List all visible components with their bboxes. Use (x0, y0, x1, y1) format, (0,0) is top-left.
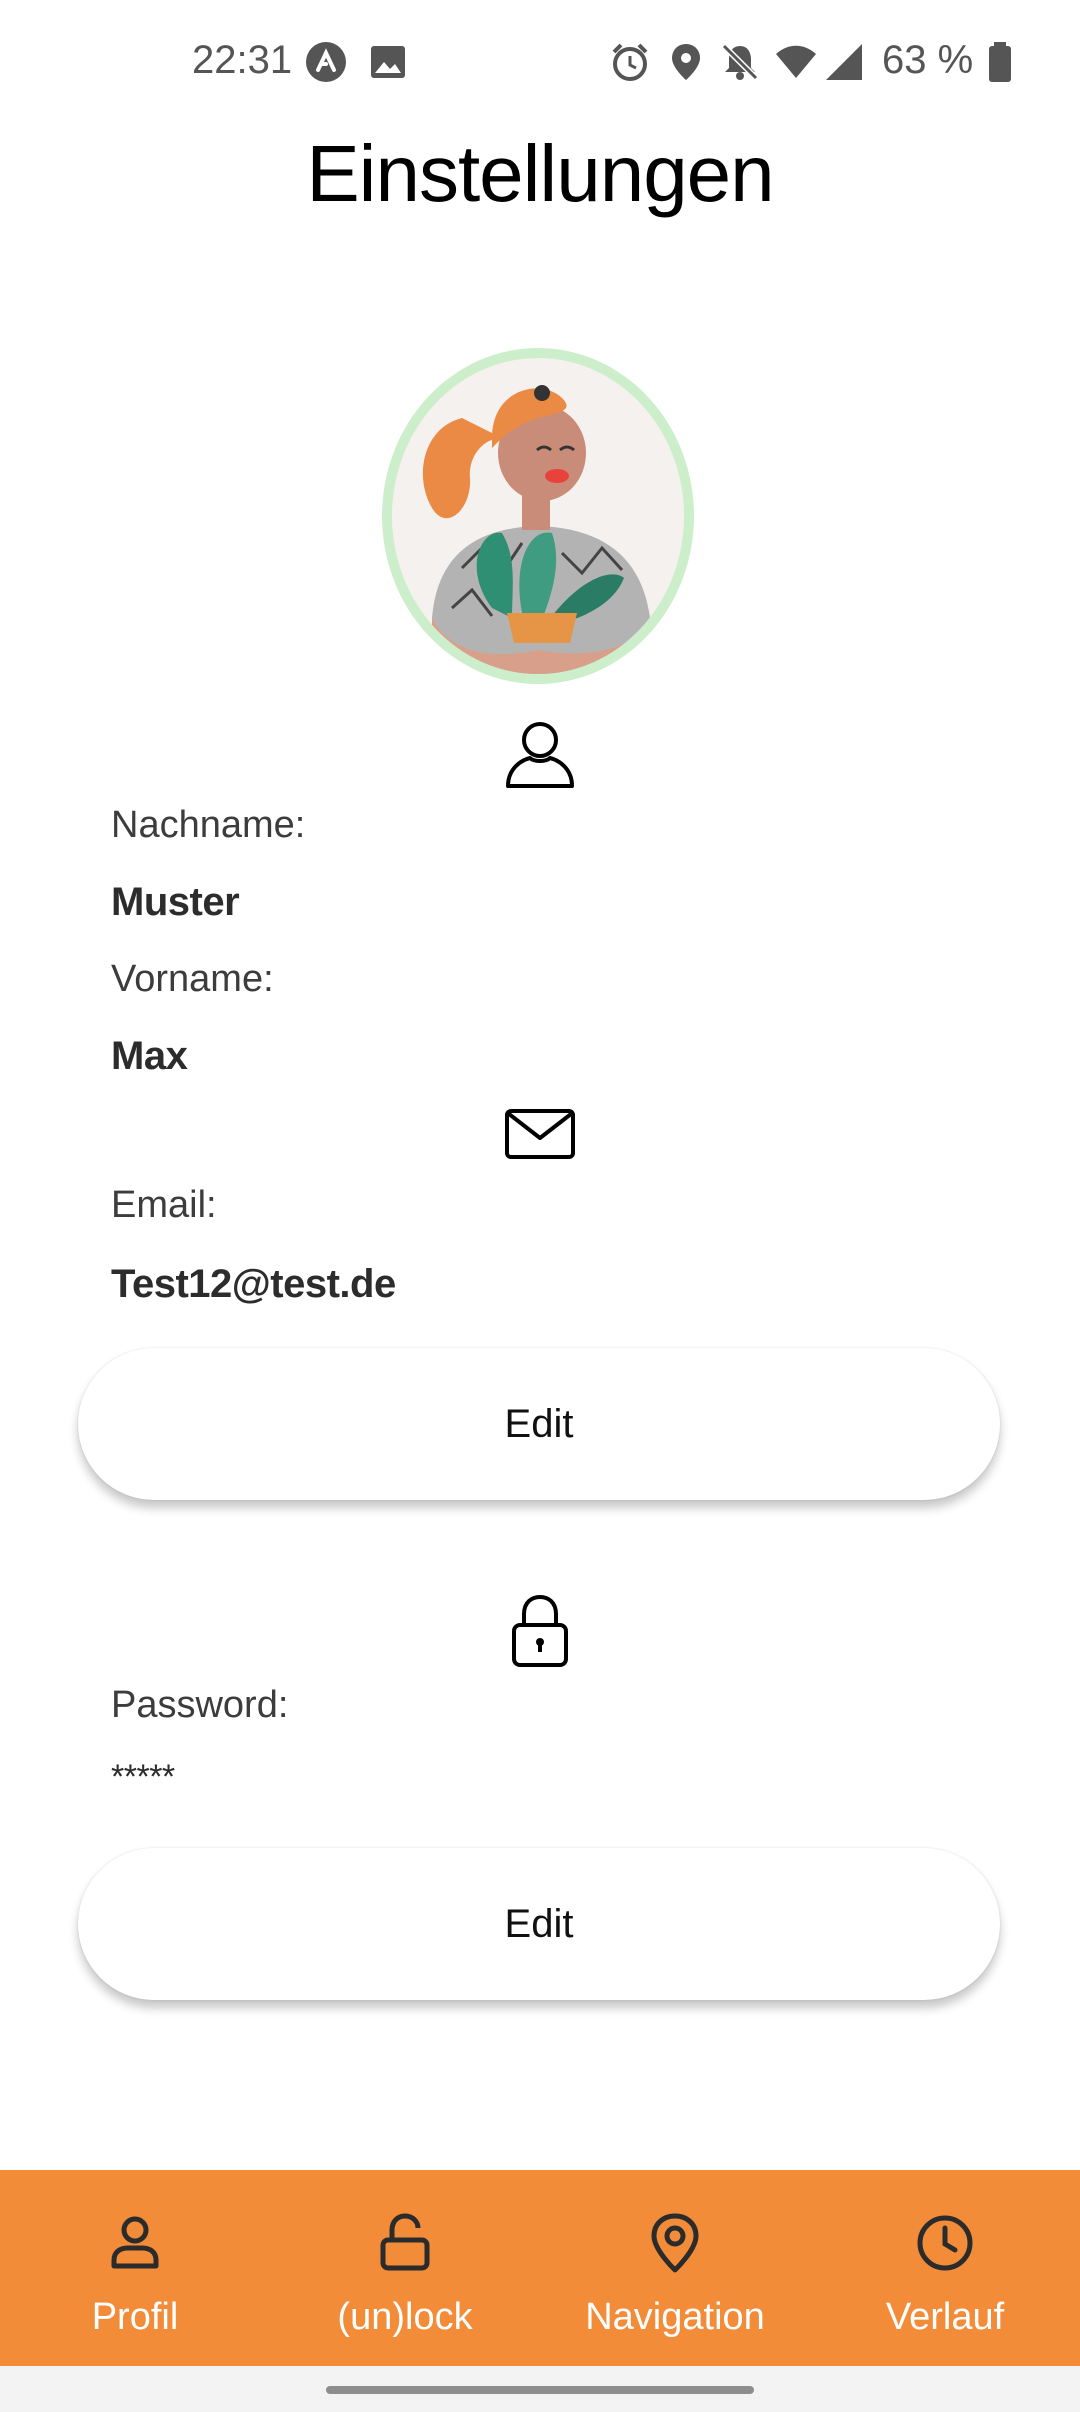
mail-icon-wrap (0, 1108, 1080, 1165)
email-value: Test12@test.de (111, 1262, 396, 1306)
person-icon-wrap (0, 716, 1080, 795)
page-title: Einstellungen (306, 129, 774, 218)
lock-icon-wrap (0, 1594, 1080, 1673)
password-value: ***** (111, 1758, 175, 1796)
alarm-icon (612, 43, 648, 81)
battery-percent: 63 % (882, 38, 974, 82)
nav-label: Profil (91, 2296, 179, 2338)
signal-icon (826, 44, 862, 80)
nav-item-unlock[interactable]: (un)lock (270, 2170, 540, 2366)
avatar[interactable] (382, 348, 694, 684)
home-indicator[interactable] (326, 2386, 754, 2394)
wifi-icon (776, 45, 816, 78)
avatar-illustration (422, 385, 650, 674)
firstname-label: Vorname: (111, 958, 274, 1000)
email-label: Email: (111, 1184, 217, 1226)
lock-icon (512, 1594, 568, 1667)
app-icon (306, 42, 346, 82)
image-icon (371, 46, 405, 78)
nav-label: Verlauf (885, 2296, 1005, 2338)
edit-password-button[interactable]: Edit (78, 1848, 1000, 2000)
bell-off-icon (721, 43, 759, 81)
nav-label: (un)lock (337, 2296, 473, 2338)
lastname-value: Muster (111, 880, 240, 924)
firstname-value: Max (111, 1034, 188, 1078)
status-bar: 22:31 63 % (0, 0, 1080, 124)
status-time: 22:31 (192, 38, 293, 82)
unlock-icon (380, 2213, 430, 2271)
mail-icon (505, 1109, 575, 1159)
nav-item-verlauf[interactable]: Verlauf (810, 2170, 1080, 2366)
nav-label: Navigation (585, 2296, 765, 2338)
nav-item-navigation[interactable]: Navigation (540, 2170, 810, 2366)
edit-profile-button[interactable]: Edit (78, 1348, 1000, 1500)
password-label: Password: (111, 1684, 289, 1726)
battery-icon (989, 42, 1011, 82)
map-pin-icon (651, 2213, 699, 2273)
clock-icon (917, 2215, 973, 2271)
settings-screen: 22:31 63 % Einstellungen Nachname: Muste… (0, 0, 1080, 2412)
location-icon (672, 44, 700, 80)
nav-item-profil[interactable]: Profil (0, 2170, 270, 2366)
person-icon (111, 2216, 159, 2269)
bottom-navigation: Profil (un)lock Navigation Verlauf (0, 2170, 1080, 2366)
person-icon (506, 722, 574, 788)
lastname-label: Nachname: (111, 804, 306, 846)
